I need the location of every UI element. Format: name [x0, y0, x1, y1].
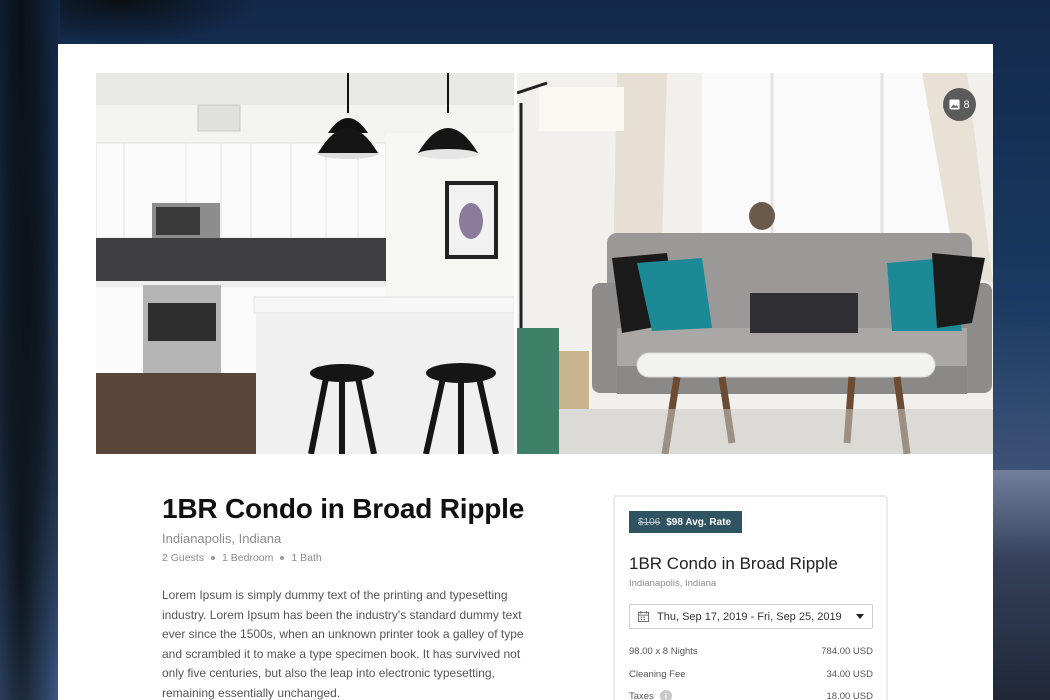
living-room-illustration: [517, 73, 993, 454]
fee-row-cleaning: Cleaning Fee 34.00 USD: [629, 669, 873, 680]
fee-amount: 18.00 USD: [826, 690, 873, 700]
photo-gallery[interactable]: 8: [96, 73, 993, 454]
living-room-photo[interactable]: 8: [517, 73, 993, 454]
listing-title: 1BR Condo in Broad Ripple: [162, 493, 525, 524]
spec-guests: 2 Guests: [162, 552, 205, 564]
spec-bedrooms: 1 Bedroom: [222, 552, 274, 564]
listing-location: Indianapolis, Indiana: [162, 531, 282, 546]
photo-count-label: 8: [963, 98, 970, 111]
date-range-select[interactable]: Thu, Sep 17, 2019 - Fri, Sep 25, 2019: [629, 604, 873, 629]
kitchen-illustration: [96, 73, 514, 454]
kitchen-photo[interactable]: [96, 73, 514, 454]
separator-dot: [280, 556, 285, 560]
booking-panel: $106 $98 Avg. Rate 1BR Condo in Broad Ri…: [613, 495, 888, 700]
chevron-down-icon: [856, 614, 864, 619]
old-rate: $106: [638, 516, 661, 528]
spec-baths: 1 Bath: [291, 552, 322, 564]
calendar-icon: [638, 611, 649, 622]
date-range-value: Thu, Sep 17, 2019 - Fri, Sep 25, 2019: [657, 610, 842, 623]
avg-rate: $98 Avg. Rate: [666, 516, 732, 528]
image-icon: [949, 99, 960, 110]
sea-backdrop-right: [992, 470, 1050, 700]
fee-label: Taxes: [629, 690, 654, 700]
listing-info: 1BR Condo in Broad Ripple Indianapolis, …: [162, 493, 542, 700]
palm-silhouette-top: [60, 0, 260, 45]
listing-description: Lorem Ipsum is simply dummy text of the …: [162, 588, 524, 700]
fee-row-nights: 98.00 x 8 Nights 784.00 USD: [629, 646, 873, 657]
listing-specs: 2 Guests 1 Bedroom 1 Bath: [162, 552, 542, 564]
listing-card: 8 1BR Condo in Broad Ripple Indianapolis…: [58, 44, 993, 700]
fee-row-taxes: Taxes i 18.00 USD: [629, 690, 873, 700]
separator-dot: [211, 556, 216, 560]
info-icon[interactable]: i: [659, 690, 672, 700]
fee-amount: 34.00 USD: [826, 669, 873, 680]
avg-rate-badge: $106 $98 Avg. Rate: [629, 511, 743, 533]
fee-label: Cleaning Fee: [629, 669, 686, 680]
photo-count-badge[interactable]: 8: [943, 88, 976, 121]
fee-label-taxes: Taxes i: [629, 690, 672, 700]
fee-amount: 784.00 USD: [821, 646, 873, 657]
booking-title: 1BR Condo in Broad Ripple: [629, 554, 838, 573]
booking-location: Indianapolis, Indiana: [629, 578, 717, 589]
fee-label: 98.00 x 8 Nights: [629, 646, 698, 657]
